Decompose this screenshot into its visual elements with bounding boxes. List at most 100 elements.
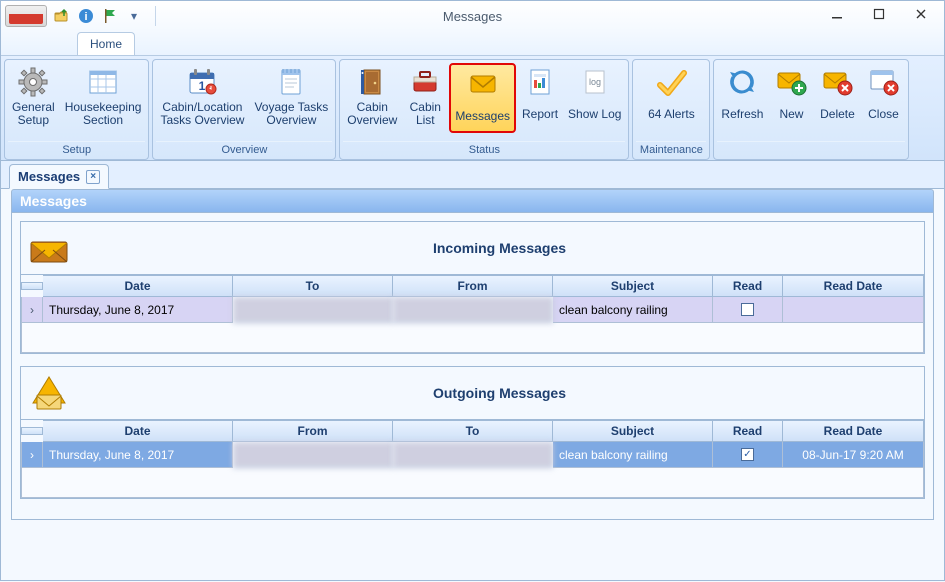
cabin-location-tasks-overview-button[interactable]: 1 Cabin/LocationTasks Overview [156, 63, 248, 129]
cell-read[interactable]: ✓ [713, 442, 783, 468]
row-indicator-icon: › [21, 297, 43, 323]
info-icon[interactable]: i [77, 7, 95, 25]
delete-button[interactable]: Delete [815, 63, 859, 129]
housekeeping-section-button[interactable]: HousekeepingSection [61, 63, 146, 129]
maximize-button[interactable] [858, 1, 900, 27]
ribbon-tabs: Home [1, 31, 944, 55]
messages-panel: Incoming Messages Date To From Subject R… [11, 213, 934, 520]
svg-text:log: log [589, 77, 601, 87]
row-indicator-icon: › [21, 442, 43, 468]
qat-dropdown-icon[interactable]: ▾ [125, 7, 143, 25]
cell-subject: clean balcony railing [553, 442, 713, 468]
show-log-button[interactable]: log Show Log [564, 63, 625, 133]
gear-icon [16, 65, 50, 99]
separator [155, 6, 156, 26]
col-date[interactable]: Date [43, 275, 233, 297]
col-read[interactable]: Read [713, 275, 783, 297]
messages-button[interactable]: Messages [449, 63, 516, 133]
cell-from [233, 442, 393, 468]
col-subject[interactable]: Subject [553, 275, 713, 297]
col-read[interactable]: Read [713, 420, 783, 442]
incoming-title: Incoming Messages [85, 240, 914, 256]
outgoing-grid: Date From To Subject Read Read Date › Th… [21, 419, 924, 498]
col-to[interactable]: To [233, 275, 393, 297]
tab-close-icon[interactable]: × [86, 170, 100, 184]
outbox-icon [27, 373, 71, 413]
incoming-row[interactable]: › Thursday, June 8, 2017 clean balcony r… [21, 297, 924, 323]
label: Section [65, 114, 142, 127]
folder-up-icon[interactable] [53, 7, 71, 25]
tab-messages[interactable]: Messages × [9, 164, 109, 189]
grid-icon [86, 65, 120, 99]
incoming-section: Incoming Messages Date To From Subject R… [20, 221, 925, 354]
cabin-list-button[interactable]: CabinList [403, 63, 447, 133]
voyage-tasks-overview-button[interactable]: Voyage TasksOverview [250, 63, 332, 129]
outgoing-grid-header: Date From To Subject Read Read Date [21, 420, 924, 442]
close-button[interactable]: Close [861, 63, 905, 129]
tab-home[interactable]: Home [77, 32, 135, 55]
alerts-button[interactable]: 64 Alerts [636, 63, 706, 129]
label: Overview [254, 114, 328, 127]
window-controls [816, 1, 942, 27]
refresh-icon [725, 65, 759, 99]
log-icon: log [578, 65, 612, 99]
col-to[interactable]: To [393, 420, 553, 442]
envelope-delete-icon [820, 65, 854, 99]
incoming-grid: Date To From Subject Read Read Date › Th… [21, 274, 924, 353]
ribbon: GeneralSetup HousekeepingSection Setup 1… [1, 55, 944, 161]
group-actions: Refresh New Delete Close [713, 59, 909, 160]
door-icon [355, 65, 389, 99]
close-button[interactable] [900, 1, 942, 27]
col-subject[interactable]: Subject [553, 420, 713, 442]
cabin-overview-button[interactable]: CabinOverview [343, 63, 401, 133]
outgoing-section: Outgoing Messages Date From To Subject R… [20, 366, 925, 499]
col-date[interactable]: Date [43, 420, 233, 442]
col-from[interactable]: From [233, 420, 393, 442]
grid-empty-space [21, 323, 924, 353]
window-title: Messages [443, 9, 502, 24]
page-banner: Messages [11, 189, 934, 213]
label: 64 Alerts [648, 108, 695, 121]
group-setup: GeneralSetup HousekeepingSection Setup [4, 59, 149, 160]
col-read-date[interactable]: Read Date [783, 420, 924, 442]
col-from[interactable]: From [393, 275, 553, 297]
label: Tasks Overview [160, 114, 244, 127]
inbox-icon [27, 228, 71, 268]
label: Delete [820, 108, 855, 121]
refresh-button[interactable]: Refresh [717, 63, 767, 129]
envelope-plus-icon [774, 65, 808, 99]
label: Report [522, 108, 558, 121]
group-overview: 1 Cabin/LocationTasks Overview Voyage Ta… [152, 59, 336, 160]
svg-text:i: i [84, 11, 87, 23]
envelope-icon [466, 67, 500, 101]
label: Overview [347, 114, 397, 127]
label: Refresh [721, 108, 763, 121]
label: Setup [12, 114, 55, 127]
report-icon [523, 65, 557, 99]
grid-empty-space [21, 468, 924, 498]
tab-label: Messages [18, 169, 80, 184]
report-button[interactable]: Report [518, 63, 562, 133]
group-label [717, 141, 905, 159]
new-button[interactable]: New [769, 63, 813, 129]
document-tabs: Messages × [1, 161, 944, 189]
flag-icon[interactable] [101, 7, 119, 25]
cell-read[interactable] [713, 297, 783, 323]
label: Messages [455, 110, 510, 123]
group-label: Maintenance [636, 141, 706, 159]
label: New [779, 108, 803, 121]
cell-to [233, 297, 393, 323]
label: Close [868, 108, 899, 121]
group-label: Setup [8, 141, 145, 159]
content-area: Messages Incoming Messages Date To From … [1, 189, 944, 582]
col-read-date[interactable]: Read Date [783, 275, 924, 297]
checkbox-checked-icon: ✓ [741, 448, 754, 461]
general-setup-button[interactable]: GeneralSetup [8, 63, 59, 129]
minimize-button[interactable] [816, 1, 858, 27]
check-icon [654, 65, 688, 99]
outgoing-row[interactable]: › Thursday, June 8, 2017 clean balcony r… [21, 442, 924, 468]
notepad-icon [274, 65, 308, 99]
quick-access-toolbar: i ▾ [53, 6, 162, 26]
svg-text:1: 1 [199, 79, 206, 93]
cell-read-date: 08-Jun-17 9:20 AM [783, 442, 924, 468]
